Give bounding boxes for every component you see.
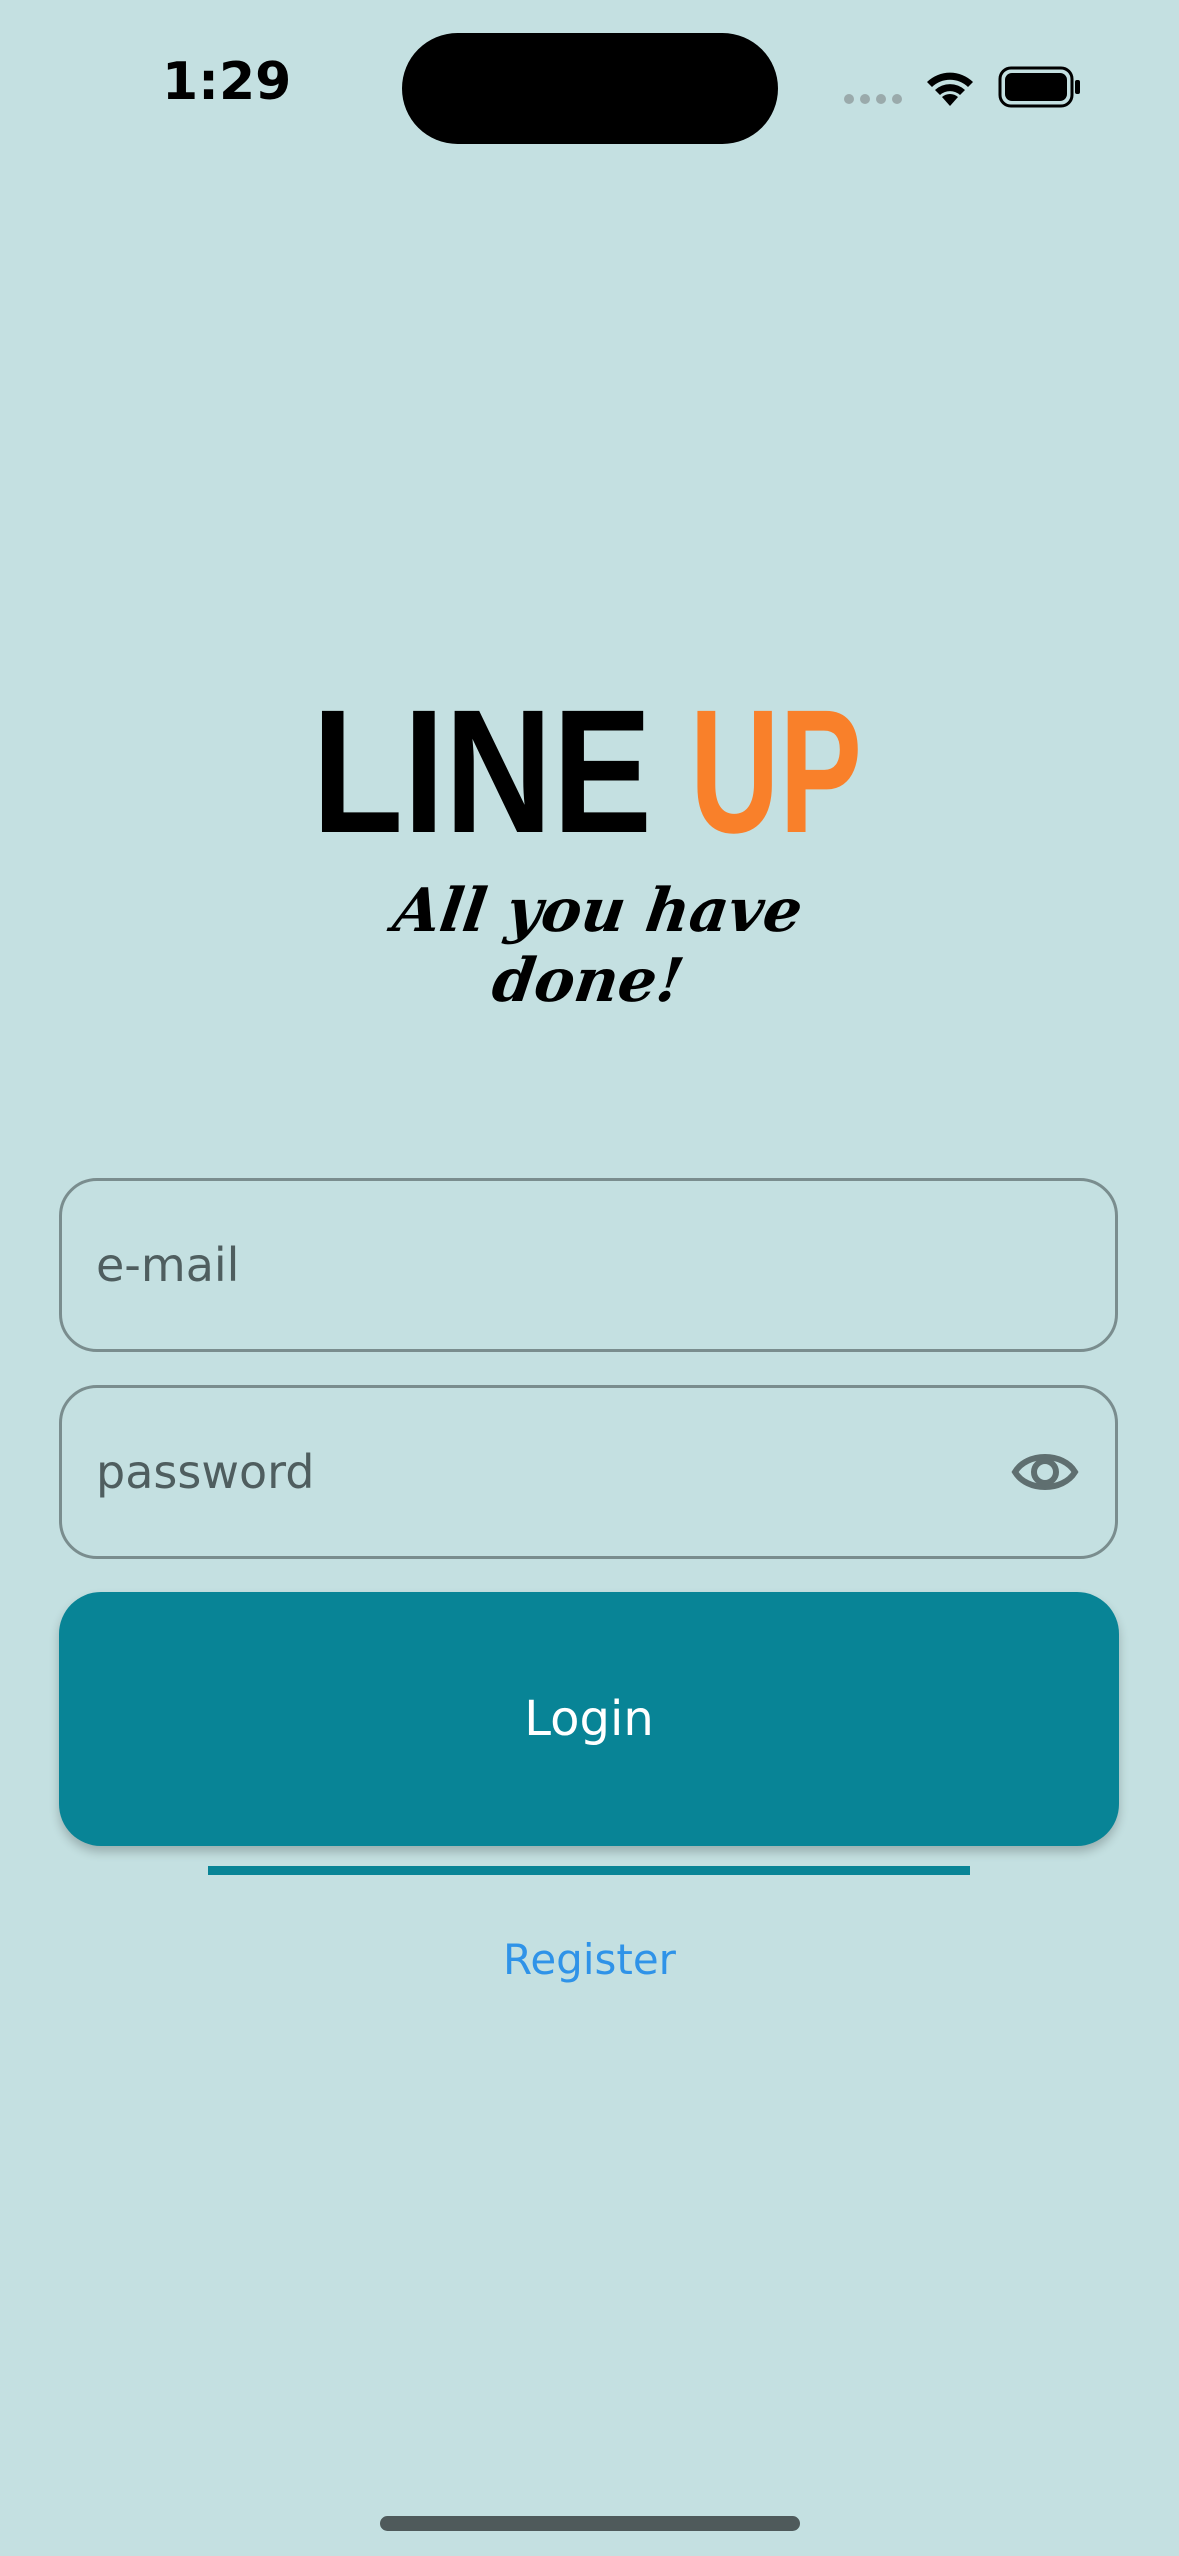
password-input[interactable] <box>96 1388 996 1556</box>
eye-icon[interactable] <box>1011 1444 1079 1500</box>
loading-indicator-line <box>208 1866 970 1875</box>
register-link[interactable]: Register <box>0 1935 1179 1984</box>
status-time: 1:29 <box>162 52 292 112</box>
home-indicator[interactable] <box>380 2516 800 2531</box>
wifi-icon <box>927 72 973 106</box>
email-field[interactable] <box>59 1178 1118 1352</box>
cellular-signal-icon <box>844 94 902 104</box>
logo-tagline: All you have done! <box>389 876 807 1016</box>
lineup-logo: LINE UP All you have done! <box>300 680 880 1016</box>
dynamic-island <box>402 33 778 144</box>
login-button[interactable]: Login <box>59 1592 1119 1846</box>
logo-word-up: UP <box>690 680 862 860</box>
status-bar: 1:29 <box>0 0 1179 176</box>
logo-word-line: LINE <box>312 680 652 860</box>
password-field[interactable] <box>59 1385 1118 1559</box>
logo-wordmark: LINE UP <box>312 680 862 860</box>
battery-icon <box>998 66 1080 108</box>
email-input[interactable] <box>96 1181 996 1349</box>
